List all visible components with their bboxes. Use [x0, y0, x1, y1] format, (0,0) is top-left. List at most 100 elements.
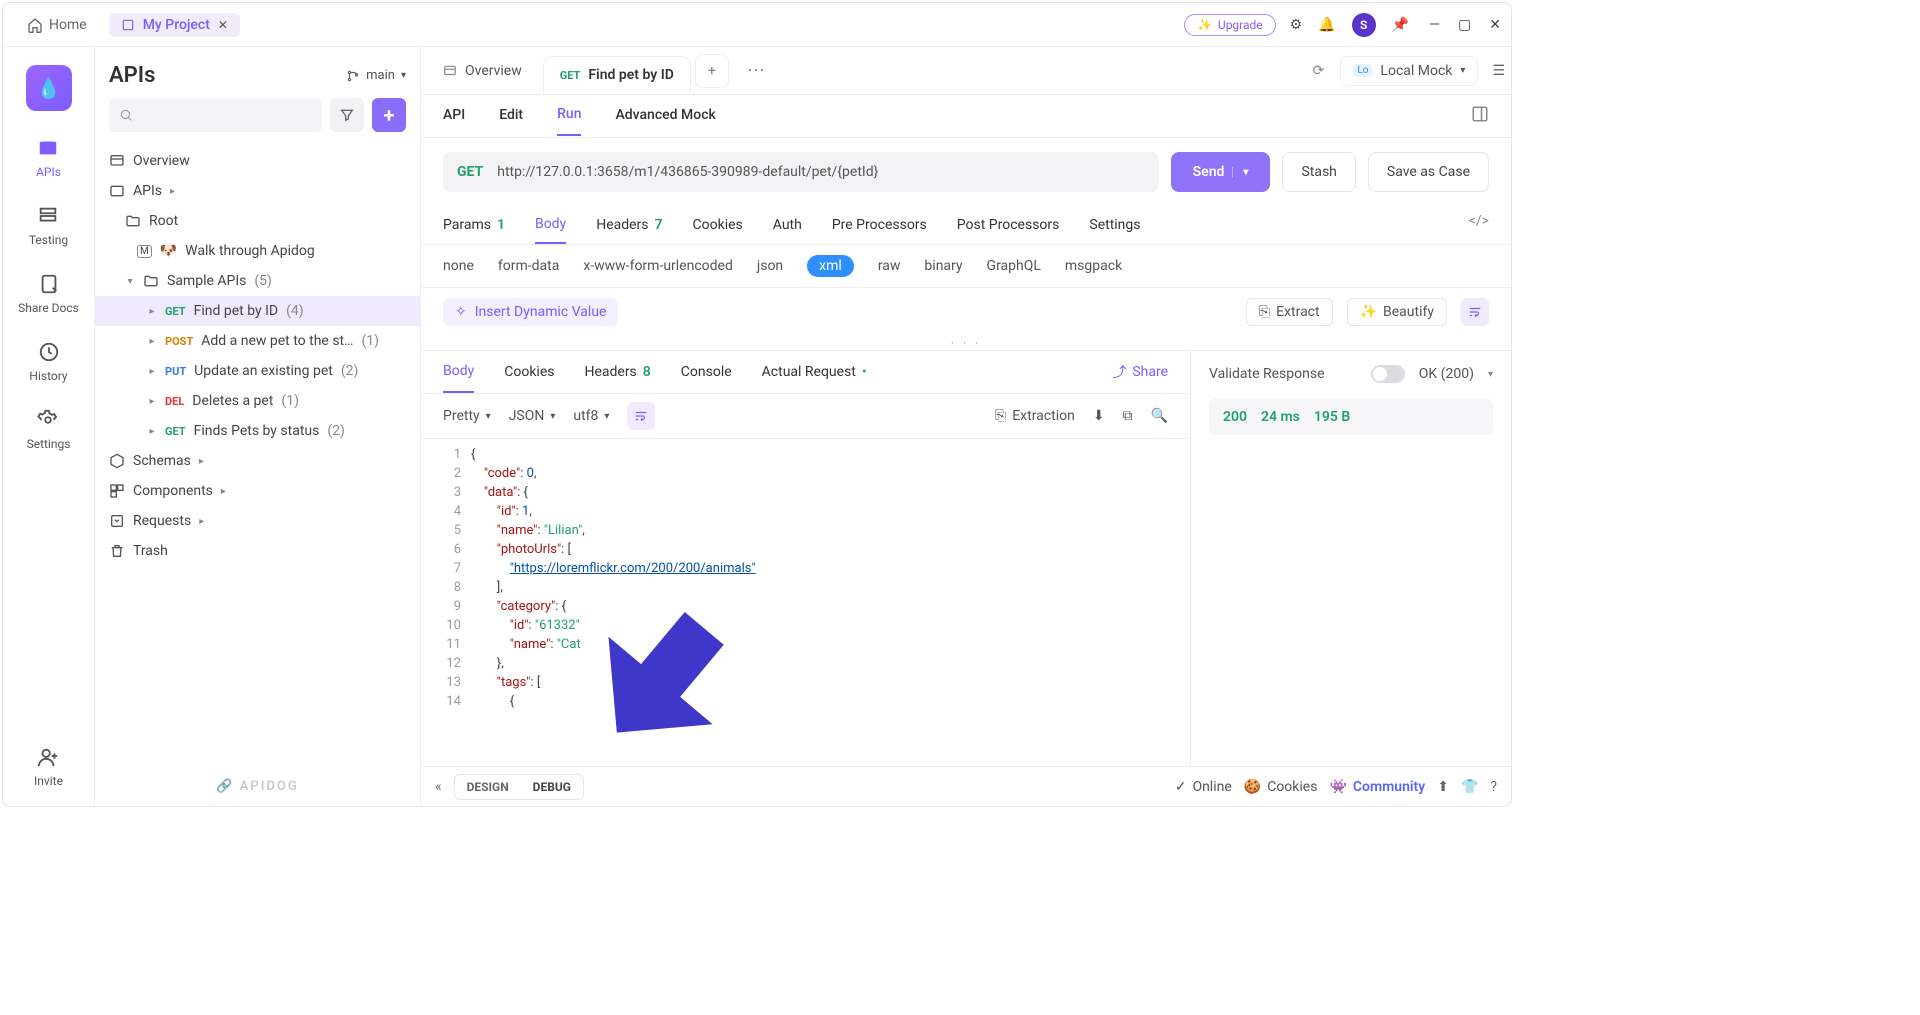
environment-select[interactable]: Lo Local Mock ▾: [1340, 56, 1478, 86]
resize-handle[interactable]: · · ·: [421, 336, 1511, 350]
maximize-icon[interactable]: ▢: [1458, 17, 1471, 33]
endpoint-find-pet[interactable]: ▸ GET Find pet by ID (4): [95, 296, 420, 326]
reqtab-headers[interactable]: Headers7: [596, 207, 662, 243]
download-icon[interactable]: ⬇: [1093, 408, 1105, 424]
resptab-cookies[interactable]: Cookies: [504, 352, 554, 392]
endpoint-add-pet[interactable]: ▸ POST Add a new pet to the st… (1): [95, 326, 420, 356]
ctype-raw[interactable]: raw: [878, 258, 901, 274]
home-button[interactable]: Home: [21, 13, 93, 37]
search-icon[interactable]: 🔍: [1151, 408, 1168, 424]
upgrade-button[interactable]: ✨ Upgrade: [1184, 14, 1276, 36]
pin-icon[interactable]: 📌: [1392, 17, 1409, 33]
copy-icon[interactable]: ⧉: [1123, 408, 1133, 424]
tab-add[interactable]: +: [695, 54, 729, 88]
view-pretty[interactable]: Pretty▾: [443, 408, 491, 424]
validate-toggle[interactable]: [1371, 365, 1405, 383]
share-button[interactable]: ⤴Share: [1112, 362, 1168, 382]
search-input[interactable]: [109, 98, 322, 132]
ctype-formdata[interactable]: form-data: [498, 258, 559, 274]
reqtab-body[interactable]: Body: [535, 206, 566, 244]
save-case-button[interactable]: Save as Case: [1368, 152, 1489, 192]
avatar[interactable]: S: [1352, 13, 1376, 37]
tree-overview[interactable]: Overview: [95, 146, 420, 176]
close-window-icon[interactable]: ✕: [1489, 17, 1501, 33]
tree-schemas[interactable]: Schemas▸: [95, 446, 420, 476]
foot-cookies[interactable]: 🍪Cookies: [1244, 779, 1318, 795]
ctype-xml[interactable]: xml: [807, 255, 854, 277]
reqtab-auth[interactable]: Auth: [773, 207, 802, 243]
reqtab-pre[interactable]: Pre Processors: [832, 207, 927, 243]
rail-testing[interactable]: Testing: [29, 205, 68, 247]
foot-online[interactable]: ✓Online: [1175, 779, 1232, 795]
ctype-json[interactable]: json: [757, 258, 783, 274]
menu-icon[interactable]: ☰: [1492, 63, 1505, 79]
rail-apis[interactable]: APIs: [36, 137, 61, 179]
bell-icon[interactable]: 🔔: [1318, 17, 1335, 33]
reqtab-settings[interactable]: Settings: [1089, 207, 1140, 243]
tree-sample-folder[interactable]: ▸ Sample APIs (5): [95, 266, 420, 296]
rail-history[interactable]: History: [29, 341, 67, 383]
code-lines[interactable]: { "code": 0, "data": { "id": 1, "name": …: [471, 439, 756, 766]
close-icon[interactable]: ✕: [218, 18, 228, 32]
reqtab-params[interactable]: Params1: [443, 207, 505, 243]
endpoint-find-status[interactable]: ▸ GET Finds Pets by status (2): [95, 416, 420, 446]
ctype-binary[interactable]: binary: [924, 258, 962, 274]
help-icon[interactable]: ?: [1490, 779, 1497, 795]
reqtab-cookies[interactable]: Cookies: [693, 207, 743, 243]
collapse-icon[interactable]: «: [435, 779, 442, 795]
upload-icon[interactable]: ⬆: [1437, 779, 1449, 795]
ctype-graphql[interactable]: GraphQL: [987, 258, 1041, 274]
ctype-urlenc[interactable]: x-www-form-urlencoded: [583, 258, 733, 274]
ctype-none[interactable]: none: [443, 258, 474, 274]
rail-invite[interactable]: Invite: [34, 746, 63, 788]
mode-design[interactable]: DESIGN: [455, 775, 521, 799]
tree-components[interactable]: Components▸: [95, 476, 420, 506]
endpoint-delete-pet[interactable]: ▸ DEL Deletes a pet (1): [95, 386, 420, 416]
rail-sharedocs[interactable]: Share Docs: [18, 273, 79, 315]
resptab-actual[interactable]: Actual Request•: [762, 352, 867, 392]
filter-button[interactable]: [330, 98, 364, 132]
refresh-icon[interactable]: ⟳: [1313, 63, 1325, 79]
resptab-console[interactable]: Console: [681, 352, 732, 392]
minimize-icon[interactable]: —: [1429, 17, 1440, 33]
project-tab[interactable]: My Project ✕: [109, 13, 240, 37]
view-enc[interactable]: utf8▾: [573, 408, 609, 424]
reqtab-post[interactable]: Post Processors: [957, 207, 1060, 243]
view-json[interactable]: JSON▾: [509, 408, 556, 424]
extract-button[interactable]: ⎘Extract: [1246, 298, 1333, 326]
send-button[interactable]: Send ▾: [1171, 152, 1271, 192]
subtab-edit[interactable]: Edit: [499, 107, 523, 135]
tree-apis[interactable]: APIs ▸: [95, 176, 420, 206]
foot-community[interactable]: 👾Community: [1329, 779, 1425, 795]
wrap2-icon[interactable]: [627, 402, 655, 430]
more-icon[interactable]: ⋯: [747, 60, 765, 81]
tab-endpoint[interactable]: GET Find pet by ID: [543, 56, 691, 94]
url-input[interactable]: GET http://127.0.0.1:3658/m1/436865-3909…: [443, 152, 1159, 192]
rail-settings[interactable]: Settings: [27, 409, 71, 451]
mode-debug[interactable]: DEBUG: [521, 775, 583, 799]
subtab-mock[interactable]: Advanced Mock: [615, 107, 715, 135]
stash-button[interactable]: Stash: [1282, 152, 1355, 192]
subtab-run[interactable]: Run: [557, 106, 581, 136]
layout-icon[interactable]: [1471, 105, 1489, 137]
extraction-button[interactable]: ⎘Extraction: [995, 408, 1075, 424]
resptab-body[interactable]: Body: [443, 351, 474, 393]
resptab-headers[interactable]: Headers8: [584, 352, 650, 392]
chevron-down-icon[interactable]: ▾: [1232, 167, 1248, 178]
shirt-icon[interactable]: 👕: [1461, 779, 1478, 795]
endpoint-update-pet[interactable]: ▸ PUT Update an existing pet (2): [95, 356, 420, 386]
tree-requests[interactable]: Requests▸: [95, 506, 420, 536]
add-button[interactable]: +: [372, 98, 406, 132]
gear-icon[interactable]: ⚙: [1290, 17, 1303, 33]
ctype-msgpack[interactable]: msgpack: [1065, 258, 1122, 274]
tree-root[interactable]: Root: [95, 206, 420, 236]
wrap-icon[interactable]: [1461, 298, 1489, 326]
beautify-button[interactable]: ✨Beautify: [1347, 298, 1447, 326]
tree-trash[interactable]: Trash: [95, 536, 420, 566]
insert-dynamic[interactable]: ✧ Insert Dynamic Value: [443, 298, 618, 326]
code-icon[interactable]: </>: [1469, 213, 1489, 237]
branch-selector[interactable]: main ▾: [346, 68, 406, 83]
tree-walkthrough[interactable]: M 🐶 Walk through Apidog: [95, 236, 420, 266]
chevron-down-icon[interactable]: ▾: [1488, 369, 1493, 380]
subtab-api[interactable]: API: [443, 107, 465, 135]
